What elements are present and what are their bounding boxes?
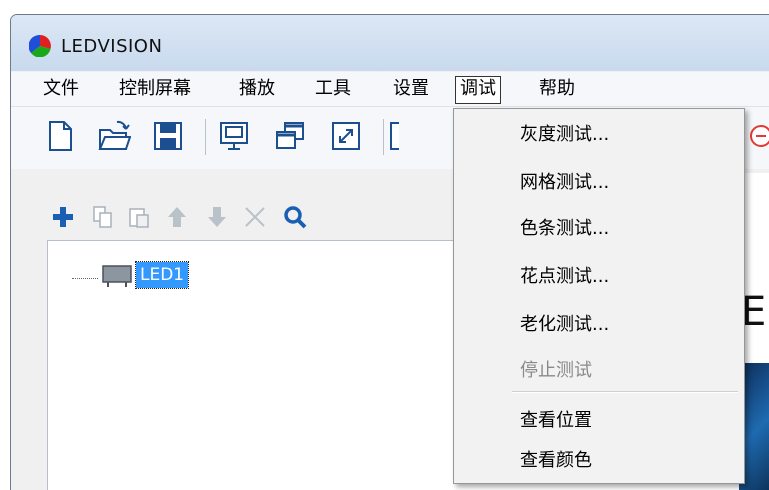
windows-icon[interactable]	[273, 119, 307, 153]
search-icon[interactable]	[283, 205, 307, 229]
debug-menu: 灰度测试... 网格测试... 色条测试... 花点测试... 老化测试... …	[453, 108, 745, 484]
toolbar-separator	[383, 119, 384, 155]
menu-control-screen[interactable]: 控制屏幕	[115, 76, 195, 102]
menu-item-view-position[interactable]: 查看位置	[454, 399, 744, 443]
app-logo-icon	[29, 35, 51, 57]
screen-icon[interactable]	[217, 119, 251, 153]
menu-file[interactable]: 文件	[39, 76, 83, 102]
paste-icon[interactable]	[127, 205, 151, 229]
menu-help[interactable]: 帮助	[535, 76, 579, 102]
menu-item-color-bar-test[interactable]: 色条测试...	[454, 207, 744, 251]
menu-debug[interactable]: 调试	[455, 76, 501, 104]
move-up-icon[interactable]	[165, 205, 189, 229]
tree-node-led1[interactable]: LED1	[134, 261, 190, 289]
led-screen-icon	[102, 265, 132, 287]
menu-item-dot-pattern-test[interactable]: 花点测试...	[454, 255, 744, 299]
tree-connector	[72, 278, 98, 279]
partial-toolbar-icon[interactable]	[389, 119, 399, 153]
copy-icon[interactable]	[91, 205, 115, 229]
stop-icon[interactable]	[747, 119, 769, 153]
title-bar: LEDVISION	[11, 15, 769, 71]
menu-tools[interactable]: 工具	[311, 76, 355, 102]
move-down-icon[interactable]	[205, 205, 229, 229]
save-icon[interactable]	[151, 119, 185, 153]
menu-item-grid-test[interactable]: 网格测试...	[454, 161, 744, 205]
menu-item-aging-test[interactable]: 老化测试...	[454, 303, 744, 347]
menu-item-grayscale-test[interactable]: 灰度测试...	[454, 113, 744, 157]
menu-separator	[512, 391, 738, 393]
new-file-icon[interactable]	[43, 119, 77, 153]
menu-settings[interactable]: 设置	[389, 76, 433, 102]
menu-item-view-color[interactable]: 查看颜色	[454, 439, 744, 483]
screen-tree: LED1	[47, 240, 460, 490]
add-icon[interactable]	[51, 205, 75, 229]
toolbar-separator	[205, 119, 206, 155]
open-folder-icon[interactable]	[97, 119, 131, 153]
menu-bar: 文件 控制屏幕 播放 工具 设置 调试 帮助	[11, 72, 769, 107]
app-title: LEDVISION	[61, 36, 163, 57]
delete-icon[interactable]	[243, 205, 267, 229]
fullscreen-icon[interactable]	[329, 119, 363, 153]
menu-play[interactable]: 播放	[235, 76, 279, 102]
menu-item-stop-test: 停止测试	[520, 360, 592, 381]
